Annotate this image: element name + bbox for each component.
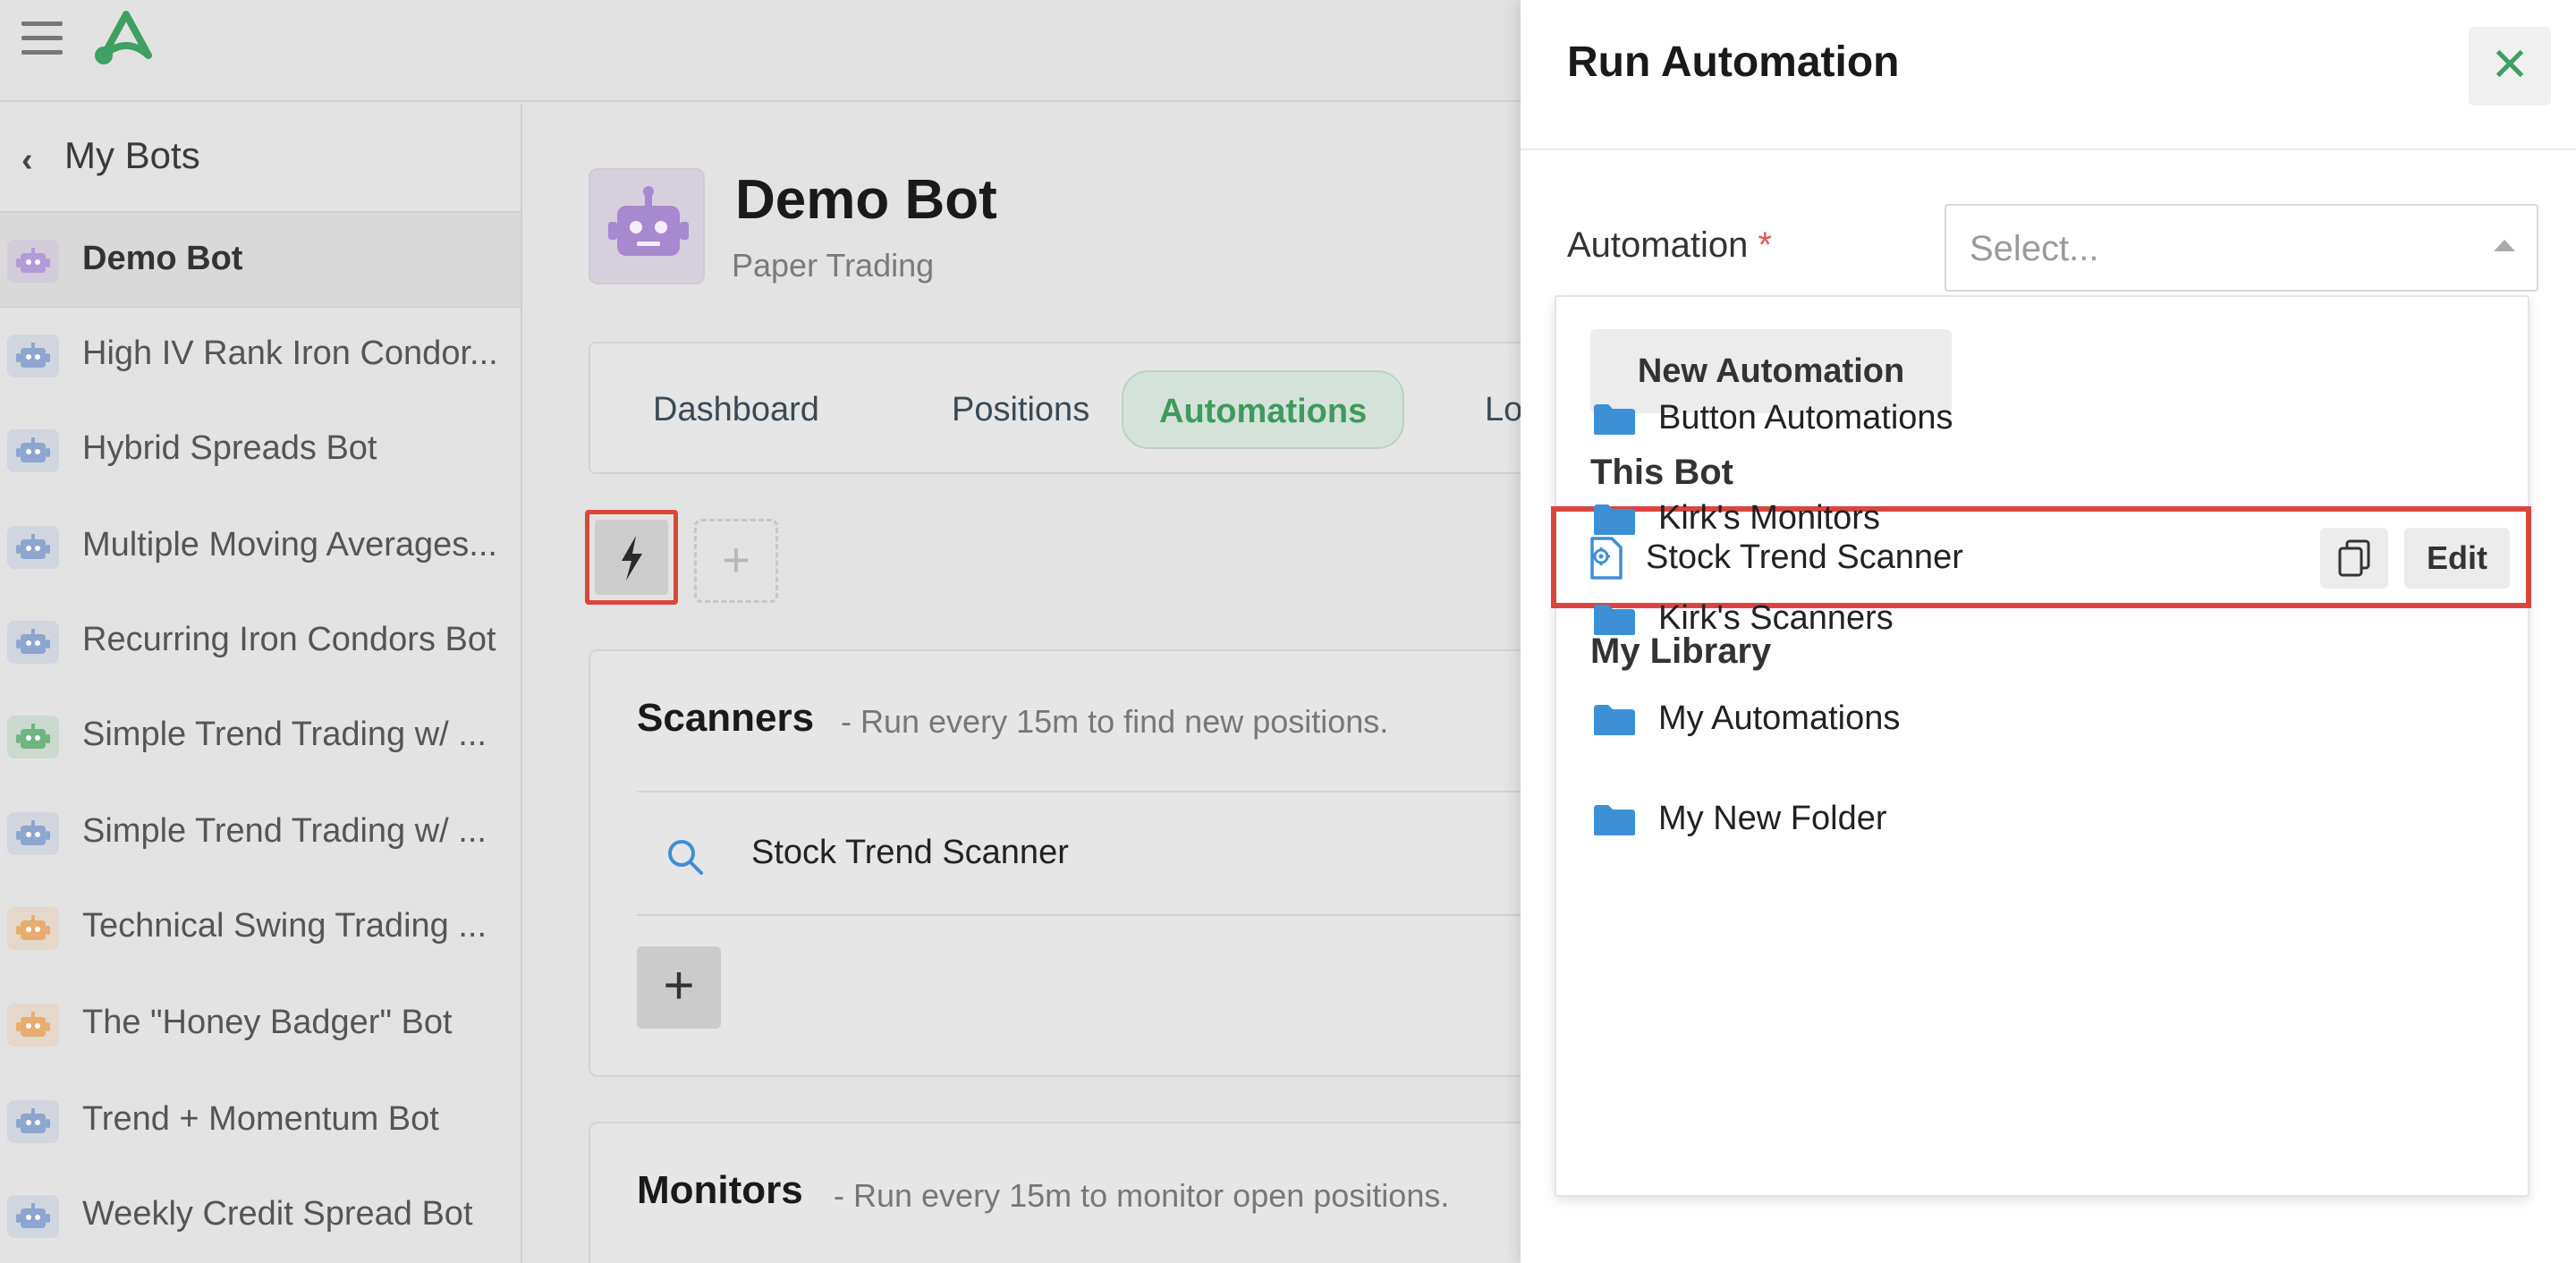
sidebar-bot-label: Simple Trend Trading w/ ... [82, 716, 487, 753]
sidebar-bot-item[interactable]: Simple Trend Trading w/ ... [0, 689, 521, 784]
folder-label: Kirk's Monitors [1658, 499, 1880, 537]
sidebar-back-link[interactable]: ‹ My Bots [0, 104, 521, 213]
bot-avatar-icon [589, 168, 705, 284]
scanners-description: - Run every 15m to find new positions. [841, 703, 1389, 740]
monitors-card: Monitors - Run every 15m to monitor open… [589, 1122, 1572, 1263]
panel-title: Run Automation [1567, 38, 1900, 86]
select-placeholder: Select... [1970, 229, 2099, 268]
robot-icon [7, 429, 59, 472]
monitors-description: - Run every 15m to monitor open position… [834, 1177, 1450, 1214]
robot-icon [7, 526, 59, 569]
sidebar-bot-label: Multiple Moving Averages... [82, 526, 497, 564]
app-logo-icon[interactable] [93, 9, 159, 68]
folder-icon [1594, 605, 1635, 635]
library-folder-item[interactable]: Button Automations [1590, 374, 2485, 463]
robot-icon [7, 1004, 59, 1047]
required-mark: * [1758, 225, 1773, 265]
automation-select[interactable]: Select... [1945, 204, 2538, 292]
scanners-title: Scanners [637, 696, 815, 740]
library-folder-item[interactable]: Kirk's Monitors [1590, 474, 2485, 564]
chevron-left-icon: ‹ [21, 141, 33, 179]
library-folder-item[interactable]: My Automations [1590, 674, 2485, 764]
automation-field-label: Automation * [1567, 225, 1773, 265]
robot-icon [7, 335, 59, 377]
sidebar-bot-item[interactable]: High IV Rank Iron Condor... [0, 308, 521, 403]
caret-up-icon [2494, 240, 2515, 251]
folder-icon [1594, 805, 1635, 835]
robot-icon [7, 240, 59, 283]
sidebar-bot-item[interactable]: Technical Swing Trading ... [0, 880, 521, 975]
search-icon [668, 840, 703, 875]
close-icon[interactable]: ✕ [2469, 27, 2551, 106]
page-title: Demo Bot [735, 169, 997, 231]
robot-icon [7, 716, 59, 759]
sidebar-bot-item[interactable]: The "Honey Badger" Bot [0, 977, 521, 1072]
robot-icon [7, 621, 59, 664]
sidebar-bot-item[interactable]: Hybrid Spreads Bot [0, 403, 521, 497]
sidebar-bot-label: Simple Trend Trading w/ ... [82, 812, 487, 850]
lightning-icon [622, 536, 642, 581]
sidebar-bot-label: Weekly Credit Spread Bot [82, 1195, 473, 1233]
folder-label: Kirk's Scanners [1658, 599, 1894, 637]
top-bar [0, 0, 1521, 102]
folder-icon [1594, 404, 1635, 435]
sidebar-bot-item[interactable]: Trend + Momentum Bot [0, 1073, 521, 1168]
sidebar: ‹ My Bots Demo Bot High IV Rank Iron Cond… [0, 104, 522, 1263]
folder-icon [1594, 504, 1635, 535]
sidebar-bot-label: Hybrid Spreads Bot [82, 429, 377, 467]
tab-positions[interactable]: Positions [916, 370, 1125, 449]
robot-icon [7, 907, 59, 950]
robot-icon [7, 1100, 59, 1143]
folder-label: My New Folder [1658, 800, 1887, 837]
sidebar-bot-label: Demo Bot [82, 240, 243, 277]
sidebar-bot-item[interactable]: Multiple Moving Averages... [0, 499, 521, 594]
sidebar-bot-label: Trend + Momentum Bot [82, 1100, 439, 1138]
tab-automations[interactable]: Automations [1122, 370, 1405, 449]
hamburger-menu-icon[interactable] [21, 20, 64, 55]
sidebar-bot-item[interactable]: Simple Trend Trading w/ ... [0, 785, 521, 880]
sidebar-bot-item[interactable]: Recurring Iron Condors Bot [0, 594, 521, 689]
sidebar-bot-label: The "Honey Badger" Bot [82, 1004, 453, 1041]
folder-icon [1594, 705, 1635, 735]
folder-label: Button Automations [1658, 399, 1953, 437]
library-folder-item[interactable]: My New Folder [1590, 775, 2485, 864]
scanner-row-label: Stock Trend Scanner [751, 834, 1069, 871]
automation-dropdown: New Automation This Bot Stock Trend Scan… [1551, 295, 2531, 1197]
folder-label: My Automations [1658, 699, 1901, 737]
monitors-title: Monitors [637, 1168, 803, 1212]
tab-dashboard[interactable]: Dashboard [617, 370, 855, 449]
sidebar-title: My Bots [64, 134, 200, 176]
panel-header: Run Automation ✕ [1521, 0, 2576, 150]
run-automation-panel: Run Automation ✕ Automation * Select... … [1521, 0, 2576, 1263]
sidebar-bot-item[interactable]: Weekly Credit Spread Bot [0, 1168, 521, 1263]
sidebar-bot-label: High IV Rank Iron Condor... [82, 335, 498, 372]
page-subtitle: Paper Trading [732, 247, 935, 284]
add-scanner-button[interactable]: + [637, 946, 721, 1029]
sidebar-bot-item[interactable]: Demo Bot [0, 213, 521, 308]
sidebar-bot-label: Technical Swing Trading ... [82, 907, 487, 945]
run-automation-button[interactable] [585, 510, 678, 605]
robot-icon [7, 812, 59, 855]
sidebar-bot-label: Recurring Iron Condors Bot [82, 621, 496, 658]
robot-icon [7, 1195, 59, 1238]
scanners-card: Scanners - Run every 15m to find new pos… [589, 649, 1572, 1077]
add-tool-button[interactable]: + [694, 519, 778, 603]
tab-bar: Dashboard Positions Automations Lo [589, 342, 1572, 474]
library-folder-item[interactable]: Kirk's Scanners [1590, 574, 2485, 664]
